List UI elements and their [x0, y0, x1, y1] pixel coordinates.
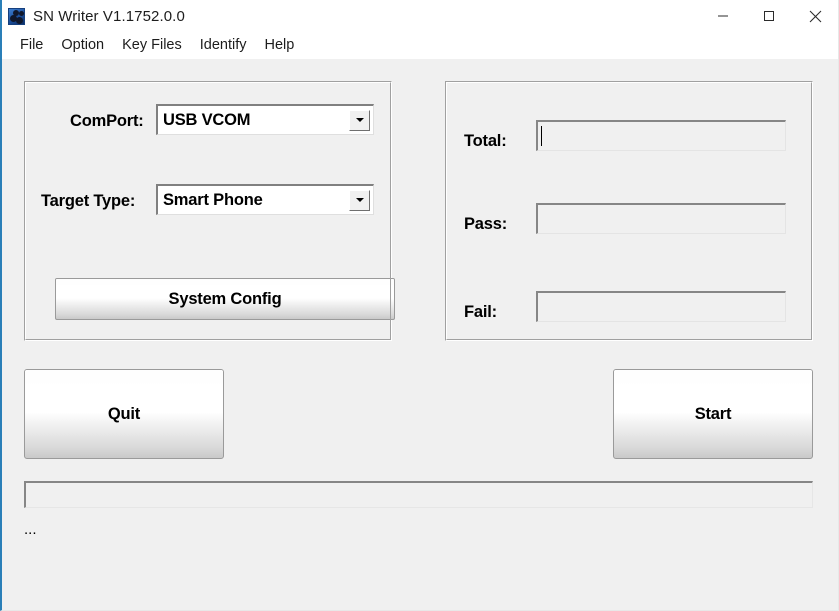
target-type-select[interactable]: Smart Phone: [156, 184, 374, 215]
minimize-icon[interactable]: [700, 0, 746, 32]
start-button-label: Start: [694, 404, 732, 423]
start-button[interactable]: Start: [613, 369, 813, 459]
maximize-icon[interactable]: [746, 0, 792, 32]
chevron-down-icon[interactable]: [349, 109, 370, 131]
application-window: SN Writer V1.1752.0.0 File Option Key Fi…: [0, 0, 839, 611]
total-field[interactable]: [536, 120, 786, 151]
pass-field[interactable]: [536, 203, 786, 234]
app-logo-icon: [8, 7, 25, 25]
comport-select[interactable]: USB VCOM: [156, 104, 374, 135]
fail-field[interactable]: [536, 291, 786, 322]
pass-label: Pass:: [464, 215, 508, 233]
status-text: ...: [24, 521, 37, 538]
window-controls: [700, 0, 838, 32]
title-bar: SN Writer V1.1752.0.0: [2, 0, 838, 32]
text-caret: [541, 126, 542, 146]
target-type-select-value: Smart Phone: [163, 190, 263, 209]
chevron-down-icon[interactable]: [349, 189, 370, 211]
system-config-button-label: System Config: [168, 289, 282, 308]
fail-label: Fail:: [464, 303, 497, 321]
comport-select-value: USB VCOM: [163, 110, 251, 129]
client-area: ComPort: USB VCOM Target Type: Smart Pho…: [2, 59, 838, 610]
close-icon[interactable]: [792, 0, 838, 32]
menu-item-help[interactable]: Help: [256, 35, 304, 56]
menu-item-option[interactable]: Option: [52, 35, 113, 56]
progress-bar: [24, 481, 813, 508]
quit-button[interactable]: Quit: [24, 369, 224, 459]
window-title: SN Writer V1.1752.0.0: [33, 7, 185, 25]
menu-item-identify[interactable]: Identify: [191, 35, 256, 56]
total-label: Total:: [464, 132, 507, 150]
quit-button-label: Quit: [107, 404, 141, 423]
system-config-button[interactable]: System Config: [55, 278, 395, 320]
menu-item-key-files[interactable]: Key Files: [113, 35, 191, 56]
counters-group: Total: Pass: Fail:: [445, 81, 813, 341]
comport-label: ComPort:: [70, 112, 144, 130]
menu-bar: File Option Key Files Identify Help: [2, 32, 838, 59]
target-type-label: Target Type:: [41, 192, 136, 210]
menu-item-file[interactable]: File: [11, 35, 52, 56]
device-settings-group: ComPort: USB VCOM Target Type: Smart Pho…: [24, 81, 395, 341]
